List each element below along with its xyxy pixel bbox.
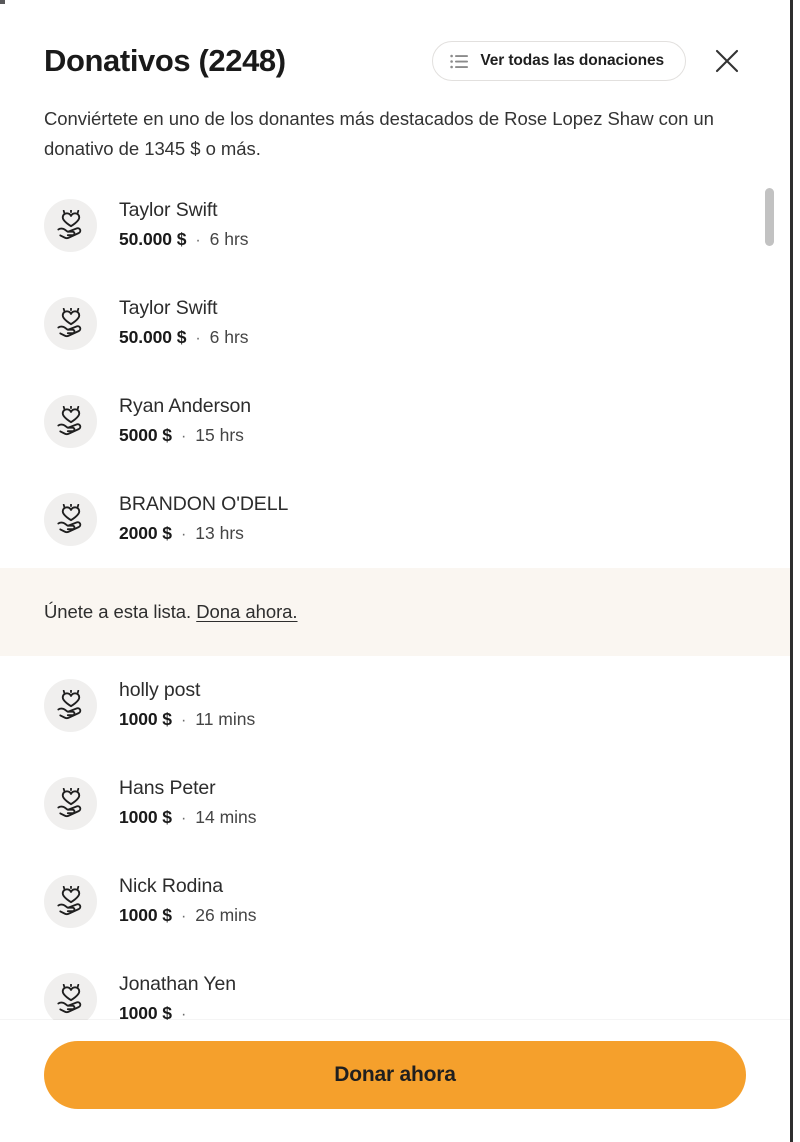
join-list-banner: Únete a esta lista. Dona ahora.	[0, 568, 790, 656]
page-subtitle: Conviértete en uno de los donantes más d…	[44, 108, 714, 159]
meta-separator: ·	[180, 908, 187, 925]
heart-hand-icon	[56, 788, 86, 818]
donation-amount: 50.000 $	[119, 327, 187, 347]
sheet-header: Donativos (2248) Ver todas las donacione…	[0, 0, 790, 164]
scrollbar-thumb[interactable]	[765, 188, 774, 246]
heart-hand-icon	[56, 886, 86, 916]
join-banner-label: Únete a esta lista.	[44, 601, 192, 622]
donor-info: BRANDON O'DELL 2000 $ · 13 hrs	[119, 492, 288, 546]
meta-separator: ·	[180, 712, 187, 729]
view-all-donations-button[interactable]: Ver todas las donaciones	[432, 41, 686, 81]
donor-info: Taylor Swift 50.000 $ · 6 hrs	[119, 296, 249, 350]
donor-name: Hans Peter	[119, 777, 216, 799]
donor-info: Taylor Swift 50.000 $ · 6 hrs	[119, 198, 249, 252]
donation-amount: 2000 $	[119, 523, 172, 543]
corner-artifact	[0, 0, 5, 4]
donate-now-link[interactable]: Dona ahora.	[196, 601, 297, 622]
donor-meta: 2000 $ · 13 hrs	[119, 522, 288, 546]
donor-meta: 1000 $ · 11 mins	[119, 708, 255, 732]
donor-name: Taylor Swift	[119, 297, 218, 319]
donor-meta: 50.000 $ · 6 hrs	[119, 326, 249, 350]
donor-name: holly post	[119, 679, 201, 701]
donation-time: 15 hrs	[195, 425, 244, 445]
donations-list[interactable]: Taylor Swift 50.000 $ · 6 hrs Taylor Swi…	[0, 176, 790, 1142]
donor-info: holly post 1000 $ · 11 mins	[119, 678, 255, 732]
donor-meta: 50.000 $ · 6 hrs	[119, 228, 249, 252]
list-item[interactable]: BRANDON O'DELL 2000 $ · 13 hrs	[0, 470, 790, 568]
heart-hand-icon	[56, 308, 86, 338]
donor-name: Ryan Anderson	[119, 395, 252, 417]
avatar	[44, 492, 97, 546]
list-item[interactable]: Taylor Swift 50.000 $ · 6 hrs	[0, 274, 790, 372]
list-item[interactable]: Hans Peter 1000 $ · 14 mins	[0, 754, 790, 852]
meta-separator: ·	[180, 526, 187, 543]
donor-name: Taylor Swift	[119, 199, 218, 221]
donation-time: 6 hrs	[209, 327, 249, 347]
donor-name: Jonathan Yen	[119, 973, 237, 995]
donations-list-top: Taylor Swift 50.000 $ · 6 hrs Taylor Swi…	[0, 176, 790, 568]
donation-time: 14 mins	[195, 807, 257, 827]
list-item[interactable]: Ryan Anderson 5000 $ · 15 hrs	[0, 372, 790, 470]
heart-hand-icon	[56, 406, 86, 436]
donation-time: 26 mins	[195, 905, 257, 925]
donor-meta: 5000 $ · 15 hrs	[119, 424, 251, 448]
donation-time: 13 hrs	[195, 523, 244, 543]
donate-now-button[interactable]: Donar ahora	[44, 1041, 746, 1109]
heart-hand-icon	[56, 504, 86, 534]
donations-modal-screen: Donativos (2248) Ver todas las donacione…	[0, 0, 800, 1142]
avatar	[44, 678, 97, 732]
list-item[interactable]: Taylor Swift 50.000 $ · 6 hrs	[0, 176, 790, 274]
donor-info: Ryan Anderson 5000 $ · 15 hrs	[119, 394, 251, 448]
heart-hand-icon	[56, 690, 86, 720]
meta-separator: ·	[180, 810, 187, 827]
heart-hand-icon	[56, 210, 86, 240]
scrollbar-track[interactable]	[765, 176, 774, 1012]
donations-sheet: Donativos (2248) Ver todas las donacione…	[0, 0, 790, 1142]
close-icon	[712, 46, 742, 76]
donor-info: Jonathan Yen 1000 $ ·	[119, 972, 236, 1026]
list-icon	[450, 54, 469, 69]
donor-name: BRANDON O'DELL	[119, 493, 289, 515]
list-item[interactable]: holly post 1000 $ · 11 mins	[0, 656, 790, 754]
avatar	[44, 874, 97, 928]
donation-amount: 5000 $	[119, 425, 172, 445]
donation-amount: 1000 $	[119, 709, 172, 729]
meta-separator: ·	[195, 232, 201, 249]
donation-time: 6 hrs	[209, 229, 249, 249]
avatar	[44, 296, 97, 350]
donation-amount: 1000 $	[119, 807, 172, 827]
donor-name: Nick Rodina	[119, 875, 224, 897]
view-all-donations-label: Ver todas las donaciones	[480, 52, 664, 69]
bottom-cta-bar: Donar ahora	[0, 1020, 790, 1142]
heart-hand-icon	[56, 984, 86, 1014]
meta-separator: ·	[195, 330, 201, 347]
donor-meta: 1000 $ · 14 mins	[119, 806, 257, 830]
donation-amount: 1000 $	[119, 905, 172, 925]
donation-time: 11 mins	[195, 709, 256, 729]
avatar	[44, 776, 97, 830]
donations-list-bottom: holly post 1000 $ · 11 mins Hans Peter 1…	[0, 656, 790, 1048]
avatar	[44, 394, 97, 448]
donor-meta: 1000 $ · 26 mins	[119, 904, 257, 928]
donor-info: Hans Peter 1000 $ · 14 mins	[119, 776, 257, 830]
avatar	[44, 972, 97, 1026]
avatar	[44, 198, 97, 252]
join-banner-text: Únete a esta lista. Dona ahora.	[44, 601, 298, 623]
meta-separator: ·	[180, 428, 187, 445]
header-row: Donativos (2248) Ver todas las donacione…	[44, 32, 746, 90]
close-button[interactable]	[708, 42, 746, 80]
window-right-margin	[793, 0, 800, 1142]
list-item[interactable]: Nick Rodina 1000 $ · 26 mins	[0, 852, 790, 950]
donation-amount: 50.000 $	[119, 229, 187, 249]
browser-window-edge	[790, 0, 793, 1142]
page-title: Donativos (2248)	[44, 43, 286, 78]
donor-info: Nick Rodina 1000 $ · 26 mins	[119, 874, 257, 928]
